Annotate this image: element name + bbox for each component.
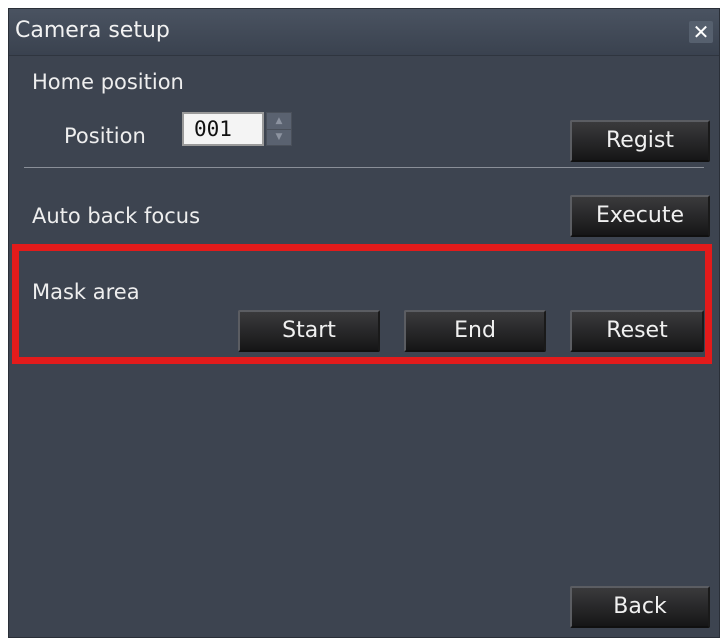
- close-icon: ✕: [692, 20, 710, 44]
- auto-back-focus-label: Auto back focus: [32, 204, 201, 228]
- mask-area-highlight-frame: [12, 244, 712, 364]
- spinner-up-icon[interactable]: ▲: [267, 113, 291, 130]
- execute-button[interactable]: Execute: [570, 195, 710, 237]
- spinner-down-icon[interactable]: ▼: [267, 129, 291, 145]
- back-button[interactable]: Back: [570, 586, 710, 628]
- regist-button[interactable]: Regist: [570, 120, 710, 162]
- position-input[interactable]: 001: [182, 112, 264, 146]
- position-label: Position: [64, 124, 146, 148]
- close-button[interactable]: ✕: [689, 21, 713, 43]
- home-position-heading: Home position: [32, 70, 184, 94]
- title-bar: Camera setup ✕: [9, 9, 719, 56]
- section-divider: [24, 167, 704, 168]
- dialog-title: Camera setup: [15, 18, 170, 43]
- position-spinner[interactable]: ▲ ▼: [266, 112, 292, 146]
